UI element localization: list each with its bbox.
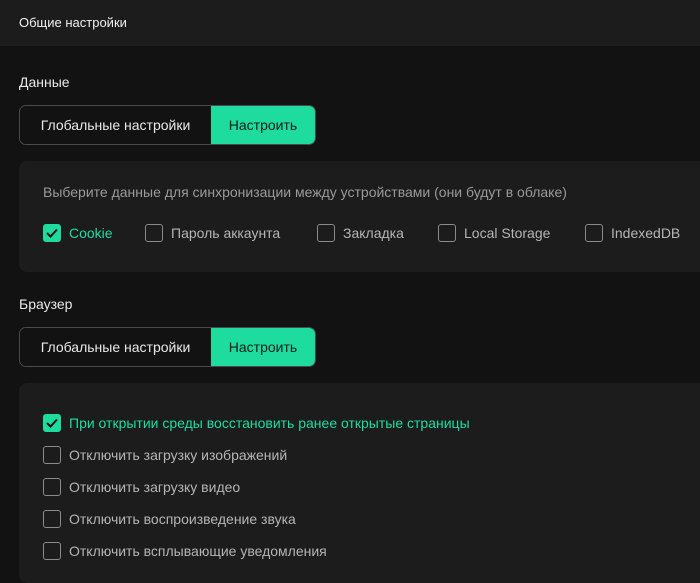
checkbox-label: Local Storage (464, 225, 551, 241)
checkbox-label: Закладка (343, 225, 404, 241)
checkbox-label: При открытии среды восстановить ранее от… (69, 415, 470, 431)
sync-password-checkbox[interactable]: Пароль аккаунта (145, 224, 280, 242)
data-mode-toggle: Глобальные настройки Настроить (19, 105, 316, 145)
checkbox-label: Cookie (69, 225, 113, 241)
browser-global-settings-button[interactable]: Глобальные настройки (20, 328, 211, 366)
checkbox-box (43, 510, 61, 528)
checkbox-box (585, 224, 603, 242)
browser-custom-settings-button[interactable]: Настроить (211, 328, 315, 366)
disable-notifications-checkbox[interactable]: Отключить всплывающие уведомления (43, 542, 327, 560)
data-sync-panel (19, 161, 700, 272)
page-title: Общие настройки (19, 15, 127, 30)
checkbox-label: Пароль аккаунта (171, 225, 281, 241)
data-custom-settings-button[interactable]: Настроить (211, 106, 315, 144)
data-sync-hint: Выберите данные для синхронизации между … (43, 184, 567, 200)
data-section-label: Данные (19, 74, 70, 90)
checkbox-label: Отключить загрузку видео (69, 479, 241, 495)
checkmark-icon (46, 228, 58, 238)
checkbox-box (43, 414, 61, 432)
disable-images-checkbox[interactable]: Отключить загрузку изображений (43, 446, 287, 464)
sync-cookie-checkbox[interactable]: Cookie (43, 224, 113, 242)
checkbox-box (43, 542, 61, 560)
checkbox-box (317, 224, 335, 242)
checkbox-box (43, 478, 61, 496)
checkbox-box (438, 224, 456, 242)
checkbox-label: Отключить воспроизведение звука (69, 511, 296, 527)
checkbox-box (43, 446, 61, 464)
checkmark-icon (46, 418, 58, 428)
browser-section-label: Браузер (19, 296, 73, 312)
restore-pages-checkbox[interactable]: При открытии среды восстановить ранее от… (43, 414, 470, 432)
data-global-settings-button[interactable]: Глобальные настройки (20, 106, 211, 144)
disable-sound-checkbox[interactable]: Отключить воспроизведение звука (43, 510, 296, 528)
settings-header: Общие настройки (0, 0, 700, 46)
sync-bookmark-checkbox[interactable]: Закладка (317, 224, 404, 242)
browser-mode-toggle: Глобальные настройки Настроить (19, 327, 316, 367)
sync-indexeddb-checkbox[interactable]: IndexedDB (585, 224, 680, 242)
checkbox-label: IndexedDB (611, 225, 681, 241)
checkbox-box (43, 224, 61, 242)
disable-video-checkbox[interactable]: Отключить загрузку видео (43, 478, 240, 496)
checkbox-label: Отключить всплывающие уведомления (69, 543, 327, 559)
checkbox-label: Отключить загрузку изображений (69, 447, 288, 463)
checkbox-box (145, 224, 163, 242)
sync-local-storage-checkbox[interactable]: Local Storage (438, 224, 550, 242)
